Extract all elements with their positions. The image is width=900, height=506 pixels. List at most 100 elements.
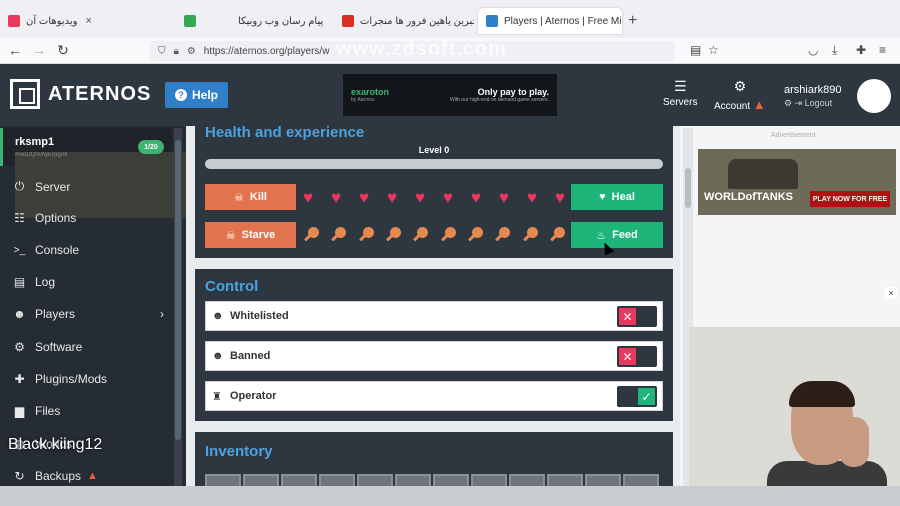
- new-tab-icon[interactable]: +: [628, 12, 637, 30]
- pocket-icon[interactable]: ◡: [808, 43, 818, 57]
- ad-play-button[interactable]: PLAY NOW FOR FREE: [810, 191, 890, 207]
- operator-label: Operator: [230, 390, 277, 402]
- inventory-slot[interactable]: [433, 474, 469, 486]
- browser-tab-active[interactable]: Players | Aternos | Free Minecraft ×: [478, 8, 622, 34]
- user-shield-icon: ♜: [212, 390, 222, 403]
- reload-icon[interactable]: ↻: [54, 42, 72, 59]
- close-icon[interactable]: ×: [885, 287, 897, 299]
- reader-icon[interactable]: ▤: [690, 43, 701, 57]
- servers-nav[interactable]: ☰ Servers: [663, 78, 697, 108]
- log-icon: ▤: [13, 275, 26, 289]
- permissions-icon: ⚙: [186, 45, 196, 57]
- heart-icon: ♥: [599, 191, 606, 203]
- inventory-slot[interactable]: [547, 474, 583, 486]
- server-card[interactable]: rksmp1 #5ioDQ0vhyErpg0d 1/20: [0, 128, 213, 218]
- ad-game-logo: WORLDofTANKS: [704, 191, 793, 203]
- close-icon[interactable]: ×: [85, 15, 91, 27]
- inventory-slot[interactable]: [319, 474, 355, 486]
- avatar[interactable]: [857, 79, 891, 113]
- browser-tab[interactable]: پیام رسان وب روبیکا ×: [230, 8, 330, 34]
- tank-image: [728, 159, 798, 189]
- sidebar-item-console[interactable]: >_ Console: [12, 243, 172, 257]
- sidebar-item-plugins[interactable]: ✚ Plugins/Mods: [12, 372, 172, 386]
- drumstick-icon: [494, 227, 511, 243]
- operator-toggle[interactable]: ✓: [617, 386, 657, 407]
- drumstick-icon: [467, 227, 483, 243]
- control-title: Control: [205, 278, 259, 295]
- extensions-icon[interactable]: ✚: [856, 43, 866, 57]
- sidebar-item-backups[interactable]: ↻ Backups ▲: [12, 469, 172, 483]
- skull-icon: ☠: [225, 229, 236, 242]
- sidebar-item-software[interactable]: ⚙ Software: [12, 340, 172, 354]
- x-icon: ✕: [619, 308, 636, 325]
- starve-button[interactable]: ☠ Starve: [205, 222, 296, 248]
- sidebar-item-label: Backups: [35, 469, 82, 483]
- inventory-slot[interactable]: [395, 474, 431, 486]
- drumstick-icon: [330, 227, 347, 243]
- help-button[interactable]: ? Help: [165, 82, 228, 108]
- banned-row: ☻ Banned ✕: [205, 341, 663, 371]
- banned-toggle[interactable]: ✕: [617, 346, 657, 367]
- inventory-slot[interactable]: [509, 474, 545, 486]
- inventory-slot[interactable]: [585, 474, 621, 486]
- sidebar-item-players[interactable]: ☻ Players ›: [12, 307, 172, 321]
- whitelist-toggle[interactable]: ✕: [617, 306, 657, 327]
- watermark: www.zdsoft.com: [336, 38, 508, 60]
- drumstick-icon: [549, 227, 565, 243]
- player-count-badge: 1/20: [138, 140, 164, 154]
- sidebar-item-server[interactable]: ⏻ Server: [12, 179, 172, 194]
- inventory-slot[interactable]: [471, 474, 507, 486]
- puzzle-icon: ✚: [14, 372, 25, 386]
- tab-title: Players | Aternos | Free Minecraft: [504, 15, 622, 27]
- back-icon[interactable]: ←: [6, 42, 24, 58]
- sidebar-item-label: Players: [35, 307, 76, 321]
- sidebar-item-options[interactable]: ☷ Options: [12, 211, 172, 225]
- forward-icon[interactable]: →: [30, 42, 48, 58]
- banned-label: Banned: [230, 350, 271, 362]
- inventory-slot[interactable]: [281, 474, 317, 486]
- browser-tab[interactable]: هیچبرین یاهین فرور ها منجرات: [334, 8, 474, 34]
- browser-tab[interactable]: ویدیوهات آن ×: [0, 8, 150, 34]
- inventory-slot[interactable]: [205, 474, 241, 486]
- health-hearts: ♥ ♥ ♥ ♥ ♥ ♥ ♥ ♥ ♥ ♥: [303, 189, 565, 206]
- exaroton-banner[interactable]: exaroton by Aternos Only pay to play. Wi…: [343, 74, 557, 116]
- kill-button[interactable]: ☠ Kill: [205, 184, 296, 210]
- options-icon: ☷: [14, 211, 25, 225]
- heal-button[interactable]: ♥ Heal: [571, 184, 663, 210]
- username: arshiark890: [784, 84, 842, 96]
- browser-tab-bar: ویدیوهات آن × پیام رسان وب روبیکا × هیچب…: [0, 0, 900, 38]
- inventory-slot[interactable]: [357, 474, 393, 486]
- control-card: Control ☻ Whitelisted ✕ ☻ Banned ✕ ♜ Ope…: [195, 269, 673, 421]
- sidebar-item-label: Console: [35, 243, 80, 257]
- browser-tab[interactable]: [176, 8, 224, 34]
- person-hand: [839, 417, 869, 467]
- account-nav[interactable]: ⚙ Account ▲: [714, 78, 766, 112]
- sidebar-scrollbar[interactable]: [174, 128, 182, 486]
- bookmark-star-icon[interactable]: ☆: [708, 43, 719, 57]
- lock-icon: 🔒︎: [173, 45, 179, 57]
- operator-row: ♜ Operator ✓: [205, 381, 663, 411]
- logout-link[interactable]: ⚙ ⇥ Logout: [784, 98, 841, 109]
- scrollbar-thumb[interactable]: [175, 140, 181, 440]
- banner-brand-sub: by Aternos: [351, 97, 375, 103]
- aternos-logo[interactable]: ATERNOS: [10, 79, 151, 109]
- inventory-card: Inventory: [195, 432, 673, 486]
- sidebar-item-files[interactable]: ▆ Files: [12, 404, 172, 418]
- sidebar: rksmp1 #5ioDQ0vhyErpg0d 1/20 ⏻ Server ☷ …: [0, 126, 213, 486]
- account-label: Account: [714, 101, 751, 112]
- feed-button[interactable]: ♨ Feed: [571, 222, 663, 248]
- inventory-slot[interactable]: [623, 474, 659, 486]
- warning-icon: ▲: [752, 97, 766, 112]
- sidebar-item-log[interactable]: ▤ Log: [12, 275, 172, 289]
- drumstick-icon: [358, 227, 374, 243]
- inventory-slot[interactable]: [243, 474, 279, 486]
- tab-title: هیچبرین یاهین فرور ها منجرات: [360, 15, 474, 27]
- world-of-tanks-ad[interactable]: WORLDofTANKS PLAY NOW FOR FREE: [698, 149, 896, 215]
- feed-label: Feed: [612, 229, 638, 241]
- check-icon: ✓: [638, 388, 655, 405]
- scrollbar-thumb[interactable]: [685, 168, 691, 208]
- webcam-overlay: [689, 327, 900, 506]
- menu-icon[interactable]: ≡: [879, 43, 886, 57]
- advertisement-label: Advertisement: [771, 132, 816, 139]
- download-icon[interactable]: ⤓: [832, 43, 837, 58]
